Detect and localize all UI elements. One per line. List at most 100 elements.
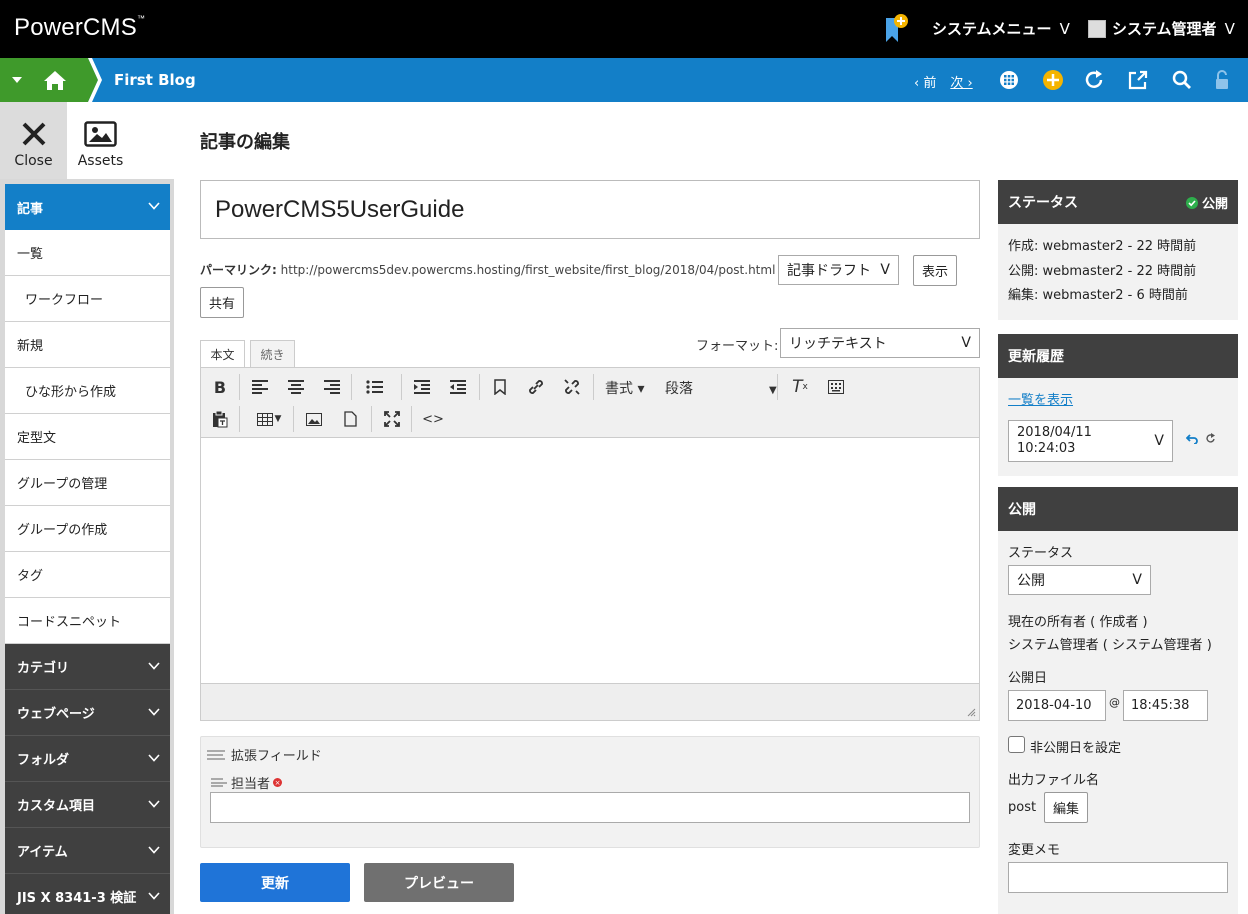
- sidebar-item-1[interactable]: 一覧: [5, 230, 170, 276]
- share-button[interactable]: 共有: [200, 287, 244, 318]
- sidebar-item-2[interactable]: ワークフロー: [5, 276, 170, 322]
- external-view-icon[interactable]: [1127, 69, 1149, 91]
- sidebar-item-4[interactable]: ひな形から作成: [5, 368, 170, 414]
- history-panel-body: 一覧を表示 2018/04/11 10:24:03 V: [998, 378, 1238, 476]
- drag-handle-icon[interactable]: [207, 749, 225, 760]
- extension-fields: 拡張フィールド 担当者 ×: [200, 736, 980, 848]
- publish-panel-title: 公開: [1008, 502, 1036, 518]
- sidebar-item-label: グループの作成: [17, 523, 108, 538]
- save-button[interactable]: 更新: [200, 863, 350, 902]
- toolbar-divider: [239, 406, 240, 432]
- search-icon[interactable]: [1171, 69, 1193, 91]
- drag-handle-icon[interactable]: [211, 778, 227, 787]
- fullscreen-icon[interactable]: [379, 406, 405, 432]
- sidebar-item-label: アイテム: [17, 845, 68, 860]
- special-char-icon[interactable]: [823, 374, 849, 400]
- grid-icon[interactable]: [998, 69, 1020, 91]
- unlock-icon[interactable]: [1212, 69, 1234, 91]
- memo-input[interactable]: [1008, 862, 1228, 893]
- paragraph-dropdown-label: 段落: [665, 381, 693, 397]
- tab-body[interactable]: 本文: [200, 340, 245, 368]
- paragraph-dropdown[interactable]: 段落 ▼: [665, 378, 777, 398]
- link-icon[interactable]: [523, 374, 549, 400]
- sidebar-item-12[interactable]: フォルダ: [5, 736, 170, 782]
- align-right-icon[interactable]: [319, 374, 345, 400]
- sidebar-item-label: ひな形から作成: [25, 385, 117, 400]
- publish-panel-header: 公開: [998, 487, 1238, 531]
- format-select[interactable]: リッチテキスト V: [780, 328, 980, 358]
- bullet-list-icon[interactable]: [361, 374, 387, 400]
- chevron-down-icon: [148, 751, 160, 766]
- resize-handle-icon[interactable]: [967, 708, 976, 717]
- user-menu[interactable]: システム管理者 V: [1088, 18, 1235, 39]
- toolbar-divider: [777, 374, 778, 400]
- assignee-input[interactable]: [210, 792, 970, 823]
- check-icon: [1185, 196, 1198, 209]
- insert-image-icon[interactable]: [301, 406, 327, 432]
- chevron-down-icon: [148, 889, 160, 904]
- style-dropdown[interactable]: 書式 ▾: [605, 378, 644, 398]
- sidebar-item-7[interactable]: グループの作成: [5, 506, 170, 552]
- refresh-icon[interactable]: [1083, 69, 1105, 91]
- insert-file-icon[interactable]: [337, 406, 363, 432]
- editor-statusbar: [201, 683, 979, 720]
- sidebar-item-6[interactable]: グループの管理: [5, 460, 170, 506]
- chevron-down-icon: [148, 199, 160, 214]
- chevron-down-icon: [148, 797, 160, 812]
- draft-select-value: 記事ドラフト: [787, 263, 871, 279]
- prev-link[interactable]: ‹ 前: [914, 76, 936, 91]
- sidebar-item-11[interactable]: ウェブページ: [5, 690, 170, 736]
- unpublish-date-checkbox[interactable]: [1008, 736, 1025, 753]
- indent-icon[interactable]: [409, 374, 435, 400]
- clear-format-icon[interactable]: Tx: [787, 374, 813, 400]
- reload-icon[interactable]: [1205, 433, 1216, 444]
- sidebar-item-15[interactable]: JIS X 8341-3 検証: [5, 874, 170, 914]
- system-menu[interactable]: システムメニュー V: [932, 18, 1070, 39]
- permalink-url[interactable]: http://powercms5dev.powercms.hosting/fir…: [281, 263, 776, 277]
- chevron-down-icon: V: [1059, 20, 1070, 38]
- bookmark-add-icon[interactable]: [884, 14, 908, 44]
- view-button[interactable]: 表示: [913, 255, 957, 286]
- unlink-icon[interactable]: [559, 374, 585, 400]
- revert-icon[interactable]: [1186, 434, 1198, 444]
- powercms-logo[interactable]: PowerCMS™: [14, 14, 145, 42]
- show-history-link[interactable]: 一覧を表示: [1008, 389, 1073, 408]
- paste-text-icon[interactable]: [207, 406, 233, 432]
- blog-name[interactable]: First Blog: [114, 71, 196, 89]
- add-new-icon[interactable]: [1042, 69, 1064, 91]
- preview-button[interactable]: プレビュー: [364, 863, 514, 902]
- edit-filename-button[interactable]: 編集: [1044, 792, 1088, 823]
- tab-more[interactable]: 続き: [250, 340, 295, 368]
- sidebar-item-14[interactable]: アイテム: [5, 828, 170, 874]
- assets-button[interactable]: Assets: [67, 102, 134, 179]
- bold-icon[interactable]: B: [207, 374, 233, 400]
- outdent-icon[interactable]: [445, 374, 471, 400]
- entry-title-input[interactable]: PowerCMS5UserGuide: [200, 180, 980, 239]
- next-link[interactable]: 次 ›: [950, 76, 972, 91]
- close-button[interactable]: Close: [0, 102, 67, 179]
- revision-select[interactable]: 2018/04/11 10:24:03 V: [1008, 420, 1173, 462]
- source-code-icon[interactable]: <>: [420, 406, 446, 432]
- sidebar-item-label: JIS X 8341-3 検証: [17, 891, 137, 906]
- required-icon: ×: [273, 778, 283, 787]
- pub-time-input[interactable]: 18:45:38: [1123, 690, 1208, 721]
- draft-select[interactable]: 記事ドラフト V: [778, 255, 899, 285]
- chevron-down-icon: V: [961, 335, 971, 351]
- publish-status-select[interactable]: 公開 V: [1008, 565, 1151, 595]
- sidebar-item-8[interactable]: タグ: [5, 552, 170, 598]
- align-center-icon[interactable]: [283, 374, 309, 400]
- sidebar-item-0[interactable]: 記事: [5, 184, 170, 230]
- table-icon[interactable]: ▼: [249, 406, 289, 432]
- sidebar-item-13[interactable]: カスタム項目: [5, 782, 170, 828]
- pub-date-input[interactable]: 2018-04-10: [1008, 690, 1106, 721]
- sidebar-item-10[interactable]: カテゴリ: [5, 644, 170, 690]
- sidebar-item-9[interactable]: コードスニペット: [5, 598, 170, 644]
- toolbar-divider: [593, 374, 594, 400]
- filename-label: 出力ファイル名: [1008, 773, 1100, 788]
- home-nav[interactable]: [0, 58, 102, 102]
- bookmark-icon[interactable]: [487, 374, 513, 400]
- sidebar-item-3[interactable]: 新規: [5, 322, 170, 368]
- align-left-icon[interactable]: [247, 374, 273, 400]
- sidebar-item-5[interactable]: 定型文: [5, 414, 170, 460]
- sidebar-item-label: 新規: [17, 339, 44, 354]
